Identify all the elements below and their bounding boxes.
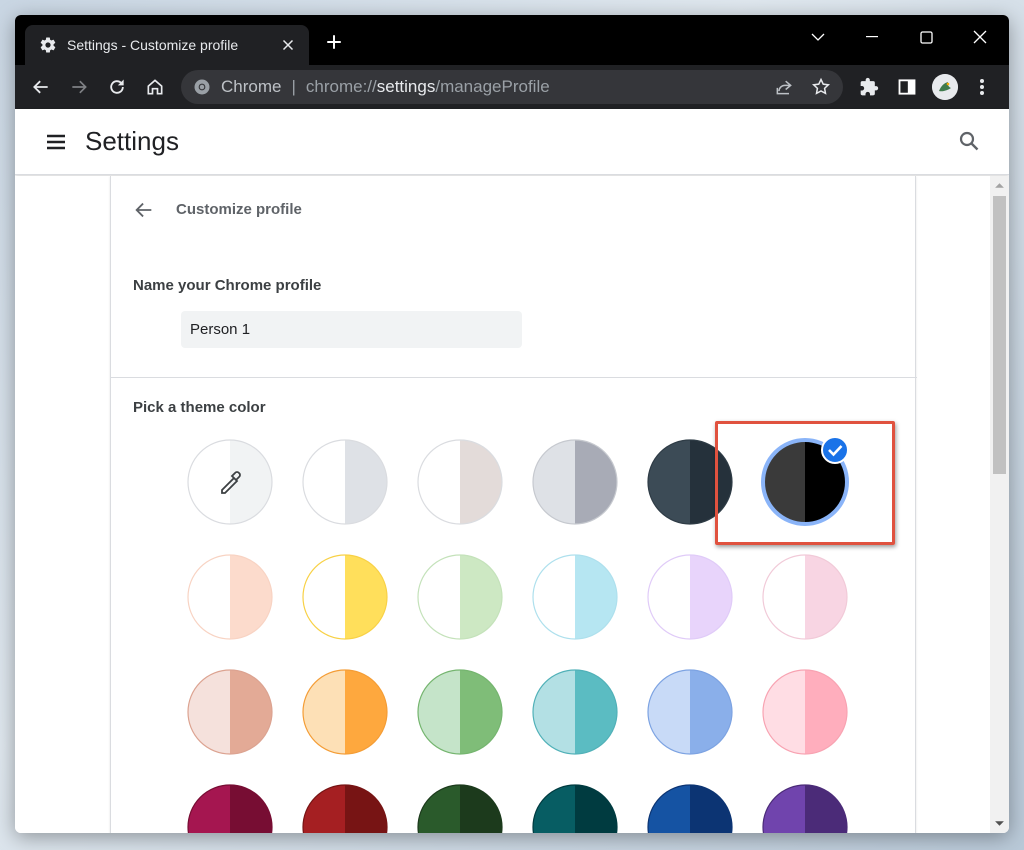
theme-color-orange[interactable] bbox=[301, 668, 389, 756]
profile-name-input[interactable] bbox=[181, 311, 522, 348]
share-icon[interactable] bbox=[773, 76, 795, 98]
theme-color-warm-grey[interactable] bbox=[416, 438, 504, 526]
tab-title: Settings - Customize profile bbox=[67, 37, 239, 53]
extensions-puzzle-icon[interactable] bbox=[858, 76, 880, 98]
theme-color-teal[interactable] bbox=[531, 783, 619, 833]
new-tab-icon[interactable] bbox=[325, 33, 343, 51]
url-separator: | bbox=[291, 77, 296, 96]
tab-settings[interactable]: Settings - Customize profile bbox=[25, 25, 309, 65]
settings-content: Customize profile Name your Chrome profi… bbox=[15, 176, 990, 833]
theme-color-cool-grey[interactable] bbox=[531, 438, 619, 526]
gear-icon bbox=[40, 37, 56, 53]
theme-color-custom-color[interactable] bbox=[186, 438, 274, 526]
page-title: Settings bbox=[85, 126, 179, 156]
section-divider bbox=[111, 377, 917, 378]
scroll-down-arrow-icon[interactable] bbox=[994, 818, 1005, 829]
theme-color-crimson[interactable] bbox=[301, 783, 389, 833]
settings-header: Settings bbox=[15, 109, 1009, 175]
back-arrow-icon[interactable] bbox=[30, 76, 52, 98]
menu-hamburger-icon[interactable] bbox=[44, 130, 68, 154]
bookmark-star-icon[interactable] bbox=[810, 76, 832, 98]
profile-name-label: Name your Chrome profile bbox=[133, 277, 322, 294]
theme-color-lavender[interactable] bbox=[646, 553, 734, 641]
subpage-title: Customize profile bbox=[176, 201, 302, 218]
theme-color-forest[interactable] bbox=[416, 783, 504, 833]
browser-window: Settings - Customize profile Chrome | ch… bbox=[15, 15, 1009, 833]
url-text: chrome://settings/manageProfile bbox=[305, 77, 550, 96]
theme-color-green[interactable] bbox=[416, 668, 504, 756]
side-panel-icon[interactable] bbox=[896, 76, 918, 98]
close-icon[interactable] bbox=[279, 36, 297, 54]
search-icon[interactable] bbox=[957, 129, 981, 153]
theme-color-light-aqua[interactable] bbox=[531, 553, 619, 641]
browser-toolbar: Chrome | chrome://settings/manageProfile bbox=[15, 65, 1009, 109]
menu-kebab-icon[interactable] bbox=[971, 76, 993, 98]
theme-color-mint[interactable] bbox=[416, 553, 504, 641]
selection-highlight-box bbox=[715, 421, 895, 545]
theme-color-blue[interactable] bbox=[646, 668, 734, 756]
theme-color-magenta[interactable] bbox=[186, 783, 274, 833]
scrollbar[interactable] bbox=[990, 176, 1009, 833]
back-arrow-icon[interactable] bbox=[133, 199, 155, 221]
forward-arrow-icon[interactable] bbox=[68, 76, 90, 98]
scroll-up-arrow-icon[interactable] bbox=[994, 180, 1005, 191]
scrollbar-thumb[interactable] bbox=[993, 196, 1006, 474]
home-icon[interactable] bbox=[144, 76, 166, 98]
site-chip: Chrome bbox=[221, 77, 282, 96]
theme-color-rose[interactable] bbox=[761, 668, 849, 756]
customize-profile-card: Customize profile Name your Chrome profi… bbox=[110, 176, 917, 833]
tab-search-chevron-icon[interactable] bbox=[803, 25, 833, 49]
theme-color-aqua[interactable] bbox=[531, 668, 619, 756]
theme-color-terracotta[interactable] bbox=[186, 668, 274, 756]
theme-color-pink[interactable] bbox=[761, 553, 849, 641]
tab-strip: Settings - Customize profile bbox=[15, 15, 1009, 65]
address-bar[interactable]: Chrome | chrome://settings/manageProfile bbox=[181, 70, 843, 104]
chrome-logo-icon bbox=[194, 79, 210, 95]
minimize-icon[interactable] bbox=[857, 25, 887, 49]
theme-color-navy[interactable] bbox=[646, 783, 734, 833]
profile-avatar[interactable] bbox=[932, 74, 958, 100]
window-close-icon[interactable] bbox=[965, 25, 995, 49]
reload-icon[interactable] bbox=[106, 76, 128, 98]
theme-color-purple[interactable] bbox=[761, 783, 849, 833]
theme-color-default-light[interactable] bbox=[301, 438, 389, 526]
theme-color-peach[interactable] bbox=[186, 553, 274, 641]
maximize-icon[interactable] bbox=[911, 25, 941, 49]
theme-color-yellow[interactable] bbox=[301, 553, 389, 641]
theme-color-label: Pick a theme color bbox=[133, 399, 266, 416]
